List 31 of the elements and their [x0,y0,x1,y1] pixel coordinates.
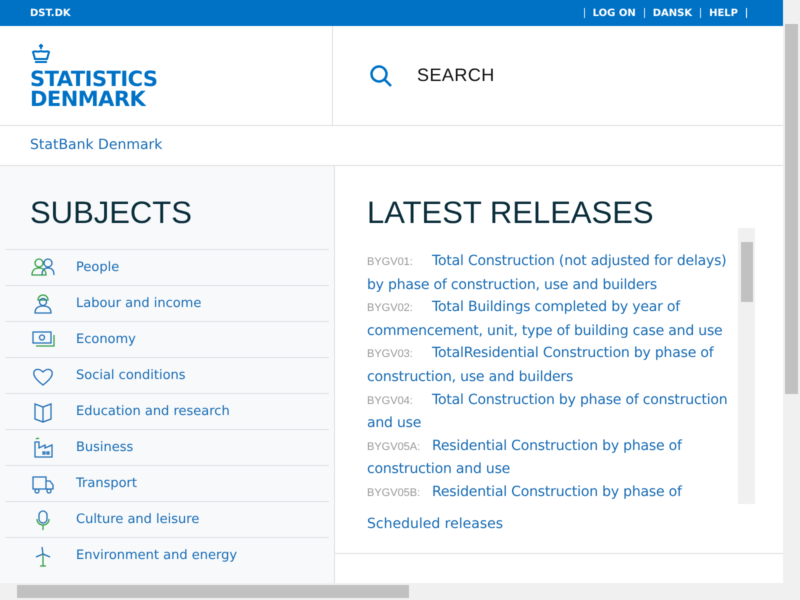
logo-text[interactable]: STATISTICS DENMARK [30,68,158,108]
subject-link[interactable]: Social conditions [76,366,186,386]
subject-link[interactable]: Economy [76,330,136,350]
release-entry[interactable]: BYGV05A: Residential Construction by phase of construction and use [367,434,738,481]
breadcrumb-link[interactable]: StatBank Denmark [30,135,162,156]
top-nav-link[interactable]: HELP [707,6,740,20]
search-label[interactable]: SEARCH [417,62,495,89]
vertical-scrollbar[interactable] [783,0,800,583]
release-entry[interactable]: BYGV05B: Residential Construction by phase of [367,480,738,505]
horizontal-scrollbar[interactable] [0,583,800,600]
top-nav-link[interactable]: DANSK [650,6,694,20]
crown-icon [30,42,52,64]
top-nav-link[interactable]: LOG ON [590,6,638,20]
subject-link[interactable]: Education and research [76,402,230,422]
subject-link[interactable]: Labour and income [76,294,202,314]
release-entry[interactable]: BYGV04: Total Construction by phase of construction and use [367,388,738,435]
subject-link[interactable]: Environment and energy [76,546,238,566]
scheduled-releases-link[interactable]: Scheduled releases [367,514,504,535]
search-icon[interactable] [369,64,393,88]
release-entry[interactable]: BYGV03: TotalResidential Construction by phase of construction, use and builders [367,342,738,389]
subject-link[interactable]: Business [76,438,134,458]
release-entry[interactable]: BYGV01: Total Construction (not adjusted for delays) by phase of construction, use and builders [367,250,738,296]
subjects-heading: SUBJECTS [29,194,193,232]
site-link[interactable]: DST.DK [30,6,71,20]
subject-link[interactable]: Culture and leisure [76,510,200,530]
subject-link[interactable]: Transport [76,474,138,494]
subject-link[interactable]: People [76,258,120,278]
people-icon [31,256,55,278]
release-entry[interactable]: BYGV02: Total Buildings completed by year of commencement, unit, type of building case and use [367,296,738,342]
scrollbar[interactable] [738,228,755,504]
releases-heading: LATEST RELEASES [367,194,655,228]
